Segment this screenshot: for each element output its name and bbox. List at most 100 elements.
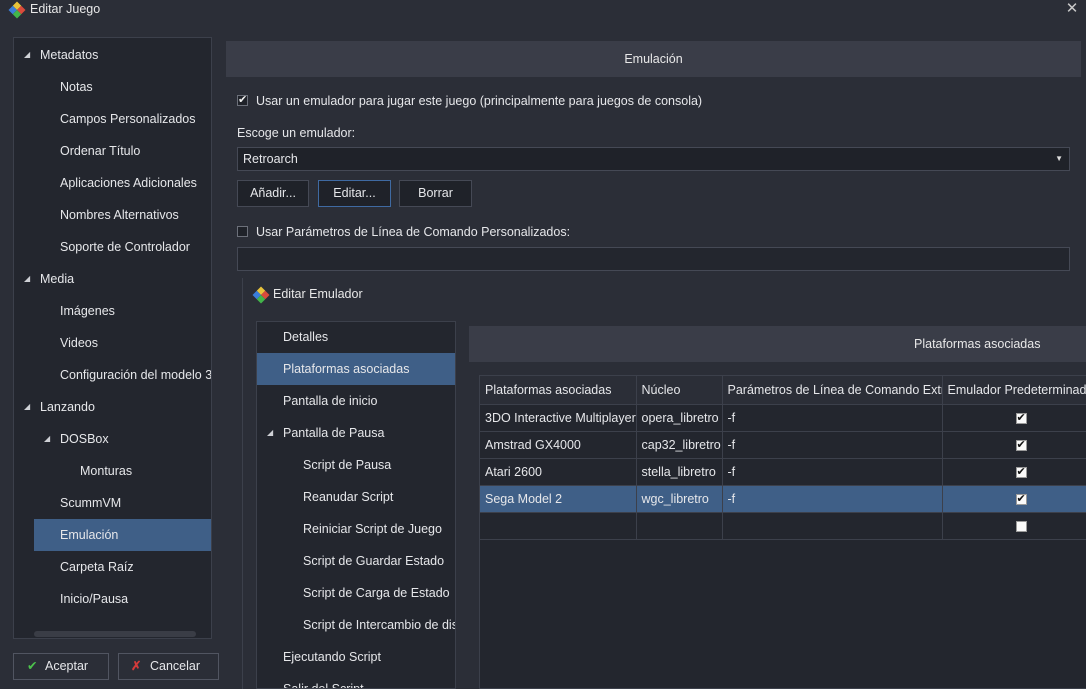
sidebar-item-emulacion[interactable]: Emulación bbox=[34, 519, 211, 551]
sidebar-item-notas[interactable]: Notas bbox=[14, 71, 211, 103]
cancel-button[interactable]: ✗ Cancelar bbox=[118, 653, 219, 680]
dialog-title: Editar Emulador bbox=[273, 287, 363, 301]
custom-params-checkbox[interactable] bbox=[237, 226, 248, 237]
cell-params[interactable]: -f bbox=[722, 431, 943, 459]
cell-platform[interactable]: Atari 2600 bbox=[480, 458, 637, 486]
default-emulator-checkbox[interactable] bbox=[1015, 411, 1027, 425]
dialog-sidebar-item-plataformas-asociadas[interactable]: Plataformas asociadas bbox=[257, 353, 455, 385]
cell-core[interactable]: cap32_libretro bbox=[636, 431, 723, 459]
dialog-sidebar-item-reiniciar-script-de-juego[interactable]: Reiniciar Script de Juego bbox=[257, 513, 455, 545]
cell-params[interactable]: -f bbox=[722, 458, 943, 486]
dialog-sidebar-item-script-de-carga-de-estado[interactable]: Script de Carga de Estado bbox=[257, 577, 455, 609]
default-emulator-checkbox[interactable] bbox=[1015, 438, 1027, 452]
sidebar-item-label: Carpeta Raíz bbox=[60, 560, 134, 574]
column-header-emulador-predeterminado[interactable]: Emulador Predeterminado bbox=[942, 376, 1086, 405]
custom-params-input[interactable] bbox=[237, 247, 1070, 271]
dialog-sidebar-item-label: Pantalla de Pausa bbox=[283, 426, 385, 440]
sidebar-item-inicio-pausa[interactable]: Inicio/Pausa bbox=[14, 583, 211, 615]
table-row[interactable] bbox=[480, 512, 1086, 540]
column-header-plataformas-asociadas[interactable]: Plataformas asociadas bbox=[480, 376, 637, 405]
emulator-select[interactable]: Retroarch ▼ bbox=[237, 147, 1070, 171]
section-header: Emulación bbox=[226, 41, 1081, 77]
expand-arrow-icon[interactable]: ◢ bbox=[24, 263, 30, 295]
dialog-sidebar-item-detalles[interactable]: Detalles bbox=[257, 322, 455, 353]
expand-arrow-icon[interactable]: ◢ bbox=[267, 417, 273, 449]
table-row[interactable]: Sega Model 2 wgc_libretro -f bbox=[480, 485, 1086, 513]
cell-platform[interactable]: 3DO Interactive Multiplayer bbox=[480, 404, 637, 432]
sidebar-item-monturas[interactable]: Monturas bbox=[14, 455, 211, 487]
dialog-sidebar-item-script-de-pausa[interactable]: Script de Pausa bbox=[257, 449, 455, 481]
sidebar-item-ordenar-titulo[interactable]: Ordenar Título bbox=[14, 135, 211, 167]
dialog-sidebar-item-script-de-guardar-estado[interactable]: Script de Guardar Estado bbox=[257, 545, 455, 577]
sidebar-item-dosbox[interactable]: ◢ DOSBox bbox=[14, 423, 211, 455]
sidebar-item-label: Emulación bbox=[60, 528, 119, 542]
dialog-sidebar-item-script-de-intercambio-de-disc[interactable]: Script de Intercambio de disc bbox=[257, 609, 455, 641]
table-row[interactable]: Amstrad GX4000 cap32_libretro -f bbox=[480, 431, 1086, 459]
default-emulator-checkbox[interactable] bbox=[1015, 521, 1027, 533]
sidebar-item-nombres-alternativos[interactable]: Nombres Alternativos bbox=[14, 199, 211, 231]
dialog-sidebar-item-reanudar-script[interactable]: Reanudar Script bbox=[257, 481, 455, 513]
table-row[interactable]: 3DO Interactive Multiplayer opera_libretr… bbox=[480, 404, 1086, 432]
cancel-button-label: Cancelar bbox=[150, 659, 201, 673]
sidebar-item-configuracion-del-modelo-3d[interactable]: Configuración del modelo 3D bbox=[14, 359, 211, 391]
add-emulator-button[interactable]: Añadir... bbox=[237, 180, 309, 207]
cell-default bbox=[942, 431, 1086, 459]
expand-arrow-icon[interactable]: ◢ bbox=[24, 39, 30, 71]
sidebar-item-metadatos[interactable]: ◢ Metadatos bbox=[14, 39, 211, 71]
cell-core[interactable]: stella_libretro bbox=[636, 458, 723, 486]
dialog-sidebar-item-label: Reiniciar Script de Juego bbox=[303, 522, 442, 536]
cell-core[interactable] bbox=[636, 512, 723, 540]
chevron-down-icon: ▼ bbox=[1055, 154, 1063, 163]
edit-emulator-button[interactable]: Editar... bbox=[318, 180, 391, 207]
cell-platform[interactable]: Sega Model 2 bbox=[480, 485, 637, 513]
delete-emulator-button[interactable]: Borrar bbox=[399, 180, 472, 207]
sidebar-item-soporte-de-controlador[interactable]: Soporte de Controlador bbox=[14, 231, 211, 263]
sidebar-item-label: Ordenar Título bbox=[60, 144, 141, 158]
cell-platform[interactable]: Amstrad GX4000 bbox=[480, 431, 637, 459]
cell-platform[interactable] bbox=[480, 512, 637, 540]
sidebar-item-label: ScummVM bbox=[60, 496, 122, 510]
cell-params[interactable] bbox=[722, 512, 943, 540]
sidebar-item-campos-personalizados[interactable]: Campos Personalizados bbox=[14, 103, 211, 135]
dialog-sidebar-item-salir-del-script[interactable]: Salir del Script bbox=[257, 673, 455, 688]
dialog-navigation-tree: Detalles Plataformas asociadas Pantalla de… bbox=[256, 321, 456, 689]
sidebar-item-aplicaciones-adicionales[interactable]: Aplicaciones Adicionales bbox=[14, 167, 211, 199]
cell-core[interactable]: wgc_libretro bbox=[636, 485, 723, 513]
sidebar-item-imagenes[interactable]: Imágenes bbox=[14, 295, 211, 327]
sidebar-item-scummvm[interactable]: ScummVM bbox=[14, 487, 211, 519]
default-emulator-checkbox[interactable] bbox=[1015, 492, 1027, 506]
cell-default bbox=[942, 512, 1086, 540]
cell-params[interactable]: -f bbox=[722, 485, 943, 513]
app-icon bbox=[8, 1, 26, 19]
sidebar-item-carpeta-raiz[interactable]: Carpeta Raíz bbox=[14, 551, 211, 583]
expand-arrow-icon[interactable]: ◢ bbox=[24, 391, 30, 423]
sidebar-item-lanzando[interactable]: ◢ Lanzando bbox=[14, 391, 211, 423]
dialog-section-header: Plataformas asociadas bbox=[469, 326, 1086, 362]
dialog-sidebar-item-ejecutando-script[interactable]: Ejecutando Script bbox=[257, 641, 455, 673]
sidebar-item-media[interactable]: ◢ Media bbox=[14, 263, 211, 295]
dialog-sidebar-item-pantalla-de-inicio[interactable]: Pantalla de inicio bbox=[257, 385, 455, 417]
sidebar-item-label: Imágenes bbox=[60, 304, 115, 318]
cancel-icon: ✗ bbox=[131, 659, 142, 673]
table-row[interactable]: Atari 2600 stella_libretro -f bbox=[480, 458, 1086, 486]
sidebar-item-label: Monturas bbox=[80, 464, 133, 478]
dialog-sidebar-item-pantalla-de-pausa[interactable]: ◢ Pantalla de Pausa bbox=[257, 417, 455, 449]
cell-core[interactable]: opera_libretro bbox=[636, 404, 723, 432]
dialog-sidebar-item-label: Plataformas asociadas bbox=[283, 362, 410, 376]
cell-params[interactable]: -f bbox=[722, 404, 943, 432]
dialog-sidebar-item-label: Script de Carga de Estado bbox=[303, 586, 450, 600]
sidebar-item-label: Inicio/Pausa bbox=[60, 592, 129, 606]
accept-button[interactable]: ✔ Aceptar bbox=[13, 653, 109, 680]
title-bar: Editar Juego ✕ bbox=[0, 0, 1086, 20]
default-emulator-checkbox[interactable] bbox=[1015, 465, 1027, 479]
edit-emulator-dialog: Editar Emulador Detalles Plataformas asoc… bbox=[242, 278, 1086, 689]
column-header-nucleo[interactable]: Núcleo bbox=[636, 376, 723, 405]
expand-arrow-icon[interactable]: ◢ bbox=[44, 423, 50, 455]
sidebar-item-label: Lanzando bbox=[40, 400, 95, 414]
use-emulator-checkbox[interactable] bbox=[237, 93, 248, 106]
close-icon[interactable]: ✕ bbox=[1064, 0, 1080, 18]
cell-default bbox=[942, 485, 1086, 513]
sidebar-item-videos[interactable]: Videos bbox=[14, 327, 211, 359]
column-header-parametros-de-linea-de-comando-extra[interactable]: Parámetros de Línea de Comando Extra bbox=[722, 376, 943, 405]
horizontal-scrollbar[interactable] bbox=[34, 631, 196, 637]
